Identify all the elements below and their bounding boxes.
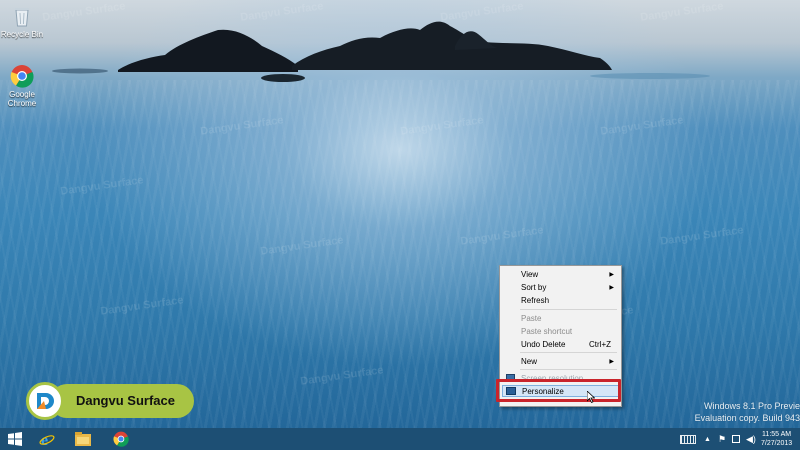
system-tray: ▲ ⚑ ◀) <box>680 428 756 450</box>
submenu-arrow-icon: ▶ <box>609 358 614 365</box>
desktop[interactable]: Dangvu Surface Dangvu Surface Dangvu Sur… <box>0 0 800 428</box>
volume-icon[interactable]: ◀) <box>746 434 756 445</box>
chrome-icon <box>113 431 129 447</box>
taskbar-internet-explorer[interactable]: e <box>36 428 58 450</box>
menu-item-label: View <box>521 269 539 279</box>
menu-item-refresh[interactable]: Refresh <box>502 294 619 306</box>
menu-item-new[interactable]: New ▶ <box>502 355 619 367</box>
menu-item-label: Paste shortcut <box>521 326 573 336</box>
chrome-icon <box>8 62 36 90</box>
start-button[interactable] <box>2 428 28 450</box>
menu-item-label: New <box>521 356 538 366</box>
menu-item-view[interactable]: View ▶ <box>502 268 619 280</box>
clock-time: 11:55 AM <box>762 431 792 438</box>
taskbar-clock[interactable]: 11:55 AM 7/27/2013 <box>761 430 792 448</box>
submenu-arrow-icon: ▶ <box>609 284 614 291</box>
ie-icon: e <box>39 432 55 447</box>
menu-item-shortcut: Ctrl+Z <box>589 339 611 349</box>
keyboard-icon[interactable] <box>680 434 696 444</box>
flag-icon[interactable]: ⚑ <box>718 434 726 445</box>
menu-separator <box>520 369 617 370</box>
desktop-icon-google-chrome[interactable]: Google Chrome <box>0 62 44 108</box>
windows-logo-icon <box>8 432 22 446</box>
channel-badge: Dangvu Surface <box>26 382 196 420</box>
chevron-up-icon[interactable]: ▲ <box>704 436 711 443</box>
menu-item-paste[interactable]: Paste <box>502 312 619 324</box>
menu-item-label: Refresh <box>521 295 550 305</box>
personalize-highlight-box <box>496 379 621 402</box>
wallpaper-streaks <box>0 80 800 428</box>
edition-line-2: Evaluation copy. Build 943 <box>694 413 800 423</box>
menu-item-label: Paste <box>521 313 542 323</box>
desktop-icon-label: Recycle Bin <box>0 30 44 39</box>
menu-separator <box>520 352 617 353</box>
menu-item-label: Sort by <box>521 282 547 292</box>
menu-item-label: Undo Delete <box>521 339 566 349</box>
folder-icon <box>75 432 91 446</box>
channel-logo-icon <box>26 382 64 420</box>
mouse-cursor-icon <box>587 391 595 403</box>
submenu-arrow-icon: ▶ <box>609 271 614 278</box>
recycle-bin-icon <box>8 2 36 30</box>
edition-line-1: Windows 8.1 Pro Previe <box>703 401 800 411</box>
taskbar-chrome[interactable] <box>110 428 132 450</box>
windows-edition-watermark: Windows 8.1 Pro Previe Evaluation copy. … <box>695 400 800 424</box>
desktop-icon-recycle-bin[interactable]: Recycle Bin <box>0 2 44 39</box>
taskbar-file-explorer[interactable] <box>72 428 94 450</box>
menu-item-sort-by[interactable]: Sort by ▶ <box>502 281 619 293</box>
clock-date: 7/27/2013 <box>761 440 793 447</box>
menu-item-undo-delete[interactable]: Undo Delete Ctrl+Z <box>502 338 619 350</box>
taskbar: e ▲ ⚑ ◀) 11:55 AM 7/27/2013 <box>0 428 800 450</box>
menu-separator <box>520 309 617 310</box>
menu-item-paste-shortcut[interactable]: Paste shortcut <box>502 325 619 337</box>
network-icon[interactable] <box>732 435 741 443</box>
wallpaper-rock-islands <box>52 21 710 82</box>
desktop-icon-label: Google Chrome <box>7 90 37 108</box>
badge-text: Dangvu Surface <box>76 393 175 408</box>
